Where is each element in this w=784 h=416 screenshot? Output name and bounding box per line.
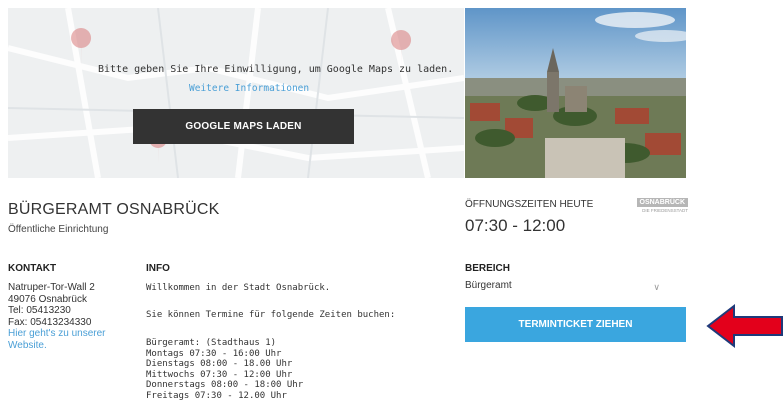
contact-tel: Tel: 05413230 [8,305,71,317]
city-photo [465,8,686,178]
info-welcome: Willkommen in der Stadt Osnabrück. [146,283,331,293]
opening-hours-value: 07:30 - 12:00 [465,216,566,235]
contact-fax: Fax: 05413234330 [8,316,92,328]
city-photo-image [465,8,686,178]
page-subtitle: Öffentliche Einrichtung [8,224,109,235]
osnabrueck-logo: OSNABRÜCK DIE FRIEDENSSTADT [622,198,688,213]
contact-street: Natruper-Tor-Wall 2 [8,282,95,293]
website-link[interactable]: Hier geht's zu unserer Website. [8,328,106,351]
chevron-down-icon: ∨ [653,282,660,292]
info-hours-day: Donnerstags 08:00 - 18:00 Uhr [146,380,304,390]
map-consent-text: Bitte geben Sie Ihre Einwilligung, um Go… [98,64,454,75]
termin-ticket-button[interactable]: TERMINTICKET ZIEHEN [465,307,686,342]
bereich-heading: BEREICH [465,263,511,274]
info-hours-day: Montags 07:30 - 16:00 Uhr [146,348,282,359]
info-heading: INFO [146,263,170,274]
info-hours-day: Mittwochs 07:30 - 12:00 Uhr [146,369,293,380]
logo-wordmark: OSNABRÜCK [636,198,688,207]
contact-block: Natruper-Tor-Wall 2 49076 Osnabrück Tel:… [8,282,106,352]
contact-city: 49076 Osnabrück [8,293,87,305]
red-arrow-icon [706,303,783,349]
info-booking: Sie können Termine für folgende Zeiten b… [146,310,396,320]
logo-tagline: DIE FRIEDENSSTADT [642,208,688,213]
map-placeholder: Bitte geben Sie Ihre Einwilligung, um Go… [8,8,464,178]
info-hours-title: Bürgeramt: (Stadthaus 1) [146,338,277,348]
info-hours-day: Dienstags 08:00 - 18.00 Uhr [146,359,293,369]
more-info-link[interactable]: Weitere Informationen [189,83,309,94]
contact-heading: KONTAKT [8,263,57,274]
website-link-line-2[interactable]: Website. [8,340,106,352]
website-link-line-1[interactable]: Hier geht's zu unserer [8,328,106,340]
bereich-select[interactable]: Bürgeramt ∨ [465,280,686,298]
page-title: BÜRGERAMT OSNABRÜCK [8,201,220,218]
bereich-selected-value: Bürgeramt [465,280,512,291]
load-google-maps-button[interactable]: GOOGLE MAPS LADEN [133,109,354,144]
info-hours: Bürgeramt: (Stadthaus 1) Montags 07:30 -… [146,338,303,401]
opening-hours-label: ÖFFNUNGSZEITEN HEUTE [465,199,594,210]
info-hours-day: Freitags 07:30 - 12.00 Uhr [146,390,287,401]
